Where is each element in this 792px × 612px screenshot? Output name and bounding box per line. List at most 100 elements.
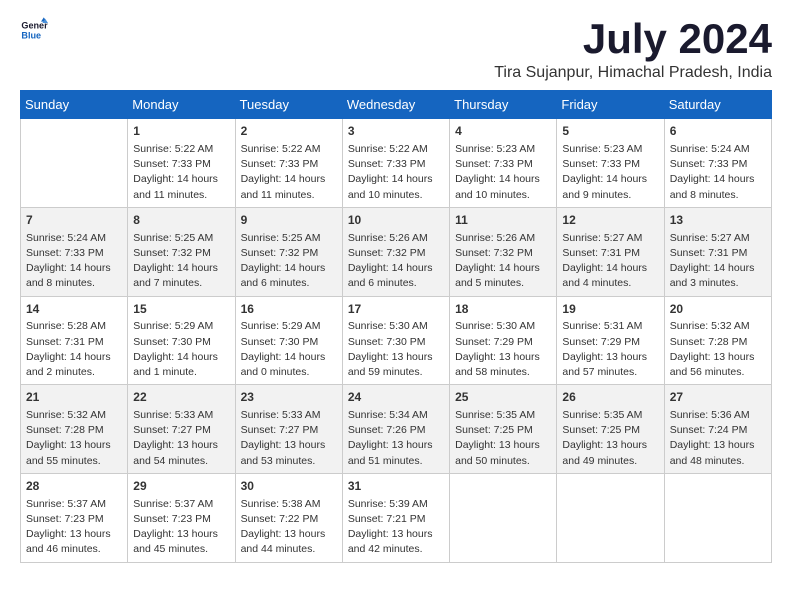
calendar-cell: 30 Sunrise: 5:38 AM Sunset: 7:22 PM Dayli… <box>235 473 342 562</box>
day-number: 8 <box>133 212 229 229</box>
day-info: Sunrise: 5:26 AM Sunset: 7:32 PM Dayligh… <box>348 231 444 292</box>
day-number: 22 <box>133 389 229 406</box>
day-info: Sunrise: 5:32 AM Sunset: 7:28 PM Dayligh… <box>670 319 766 380</box>
day-info: Sunrise: 5:31 AM Sunset: 7:29 PM Dayligh… <box>562 319 658 380</box>
calendar-cell: 21 Sunrise: 5:32 AM Sunset: 7:28 PM Dayli… <box>21 385 128 474</box>
day-info: Sunrise: 5:34 AM Sunset: 7:26 PM Dayligh… <box>348 408 444 469</box>
calendar-cell: 28 Sunrise: 5:37 AM Sunset: 7:23 PM Dayli… <box>21 473 128 562</box>
calendar-cell: 31Sunrise: 5:39 AM Sunset: 7:21 PM Dayli… <box>342 473 449 562</box>
day-number: 11 <box>455 212 551 229</box>
day-number: 19 <box>562 301 658 318</box>
day-number: 30 <box>241 478 337 495</box>
day-number: 6 <box>670 123 766 140</box>
day-number: 24 <box>348 389 444 406</box>
day-info: Sunrise: 5:25 AM Sunset: 7:32 PM Dayligh… <box>133 231 229 292</box>
calendar-cell: 10 Sunrise: 5:26 AM Sunset: 7:32 PM Dayli… <box>342 207 449 296</box>
calendar-cell: 26 Sunrise: 5:35 AM Sunset: 7:25 PM Dayli… <box>557 385 664 474</box>
calendar-cell: 22 Sunrise: 5:33 AM Sunset: 7:27 PM Dayli… <box>128 385 235 474</box>
calendar-cell: 9 Sunrise: 5:25 AM Sunset: 7:32 PM Daylig… <box>235 207 342 296</box>
day-number: 27 <box>670 389 766 406</box>
header-monday: Monday <box>128 91 235 119</box>
day-number: 17 <box>348 301 444 318</box>
calendar-cell: 24 Sunrise: 5:34 AM Sunset: 7:26 PM Dayli… <box>342 385 449 474</box>
day-number: 15 <box>133 301 229 318</box>
day-number: 20 <box>670 301 766 318</box>
calendar-cell: 23 Sunrise: 5:33 AM Sunset: 7:27 PM Dayli… <box>235 385 342 474</box>
day-info: Sunrise: 5:23 AM Sunset: 7:33 PM Dayligh… <box>455 142 551 203</box>
day-info: Sunrise: 5:35 AM Sunset: 7:25 PM Dayligh… <box>562 408 658 469</box>
day-info: Sunrise: 5:37 AM Sunset: 7:23 PM Dayligh… <box>26 497 122 558</box>
day-number: 10 <box>348 212 444 229</box>
calendar-cell: 7 Sunrise: 5:24 AM Sunset: 7:33 PM Daylig… <box>21 207 128 296</box>
day-info: Sunrise: 5:39 AM Sunset: 7:21 PM Dayligh… <box>348 497 444 558</box>
calendar-cell <box>21 119 128 208</box>
calendar-cell: 20Sunrise: 5:32 AM Sunset: 7:28 PM Dayli… <box>664 296 771 385</box>
header-tuesday: Tuesday <box>235 91 342 119</box>
calendar-cell: 5Sunrise: 5:23 AM Sunset: 7:33 PM Daylig… <box>557 119 664 208</box>
calendar-cell: 17Sunrise: 5:30 AM Sunset: 7:30 PM Dayli… <box>342 296 449 385</box>
calendar-cell: 18Sunrise: 5:30 AM Sunset: 7:29 PM Dayli… <box>450 296 557 385</box>
calendar-cell: 12 Sunrise: 5:27 AM Sunset: 7:31 PM Dayli… <box>557 207 664 296</box>
calendar-week-3: 21 Sunrise: 5:32 AM Sunset: 7:28 PM Dayli… <box>21 385 772 474</box>
day-info: Sunrise: 5:23 AM Sunset: 7:33 PM Dayligh… <box>562 142 658 203</box>
day-info: Sunrise: 5:33 AM Sunset: 7:27 PM Dayligh… <box>133 408 229 469</box>
calendar-cell <box>557 473 664 562</box>
day-number: 25 <box>455 389 551 406</box>
day-number: 26 <box>562 389 658 406</box>
calendar-header-row: Sunday Monday Tuesday Wednesday Thursday… <box>21 91 772 119</box>
day-number: 16 <box>241 301 337 318</box>
day-number: 18 <box>455 301 551 318</box>
calendar-cell: 4 Sunrise: 5:23 AM Sunset: 7:33 PM Daylig… <box>450 119 557 208</box>
header-wednesday: Wednesday <box>342 91 449 119</box>
day-info: Sunrise: 5:27 AM Sunset: 7:31 PM Dayligh… <box>562 231 658 292</box>
calendar-cell: 6 Sunrise: 5:24 AM Sunset: 7:33 PM Daylig… <box>664 119 771 208</box>
day-number: 29 <box>133 478 229 495</box>
day-info: Sunrise: 5:22 AM Sunset: 7:33 PM Dayligh… <box>133 142 229 203</box>
day-number: 4 <box>455 123 551 140</box>
day-number: 23 <box>241 389 337 406</box>
day-info: Sunrise: 5:36 AM Sunset: 7:24 PM Dayligh… <box>670 408 766 469</box>
day-info: Sunrise: 5:24 AM Sunset: 7:33 PM Dayligh… <box>26 231 122 292</box>
calendar-week-1: 7 Sunrise: 5:24 AM Sunset: 7:33 PM Daylig… <box>21 207 772 296</box>
day-number: 14 <box>26 301 122 318</box>
day-info: Sunrise: 5:29 AM Sunset: 7:30 PM Dayligh… <box>133 319 229 380</box>
day-number: 21 <box>26 389 122 406</box>
calendar-cell: 1 Sunrise: 5:22 AM Sunset: 7:33 PM Daylig… <box>128 119 235 208</box>
calendar-cell: 16Sunrise: 5:29 AM Sunset: 7:30 PM Dayli… <box>235 296 342 385</box>
day-number: 13 <box>670 212 766 229</box>
calendar-cell: 27 Sunrise: 5:36 AM Sunset: 7:24 PM Dayli… <box>664 385 771 474</box>
day-info: Sunrise: 5:30 AM Sunset: 7:30 PM Dayligh… <box>348 319 444 380</box>
day-number: 7 <box>26 212 122 229</box>
calendar-week-2: 14Sunrise: 5:28 AM Sunset: 7:31 PM Dayli… <box>21 296 772 385</box>
calendar-week-0: 1 Sunrise: 5:22 AM Sunset: 7:33 PM Daylig… <box>21 119 772 208</box>
calendar-cell: 3Sunrise: 5:22 AM Sunset: 7:33 PM Daylig… <box>342 119 449 208</box>
calendar-week-4: 28 Sunrise: 5:37 AM Sunset: 7:23 PM Dayli… <box>21 473 772 562</box>
calendar-cell <box>664 473 771 562</box>
day-number: 3 <box>348 123 444 140</box>
day-info: Sunrise: 5:28 AM Sunset: 7:31 PM Dayligh… <box>26 319 122 380</box>
calendar-cell <box>450 473 557 562</box>
header-thursday: Thursday <box>450 91 557 119</box>
day-info: Sunrise: 5:27 AM Sunset: 7:31 PM Dayligh… <box>670 231 766 292</box>
day-number: 1 <box>133 123 229 140</box>
calendar-cell: 11Sunrise: 5:26 AM Sunset: 7:32 PM Dayli… <box>450 207 557 296</box>
day-info: Sunrise: 5:33 AM Sunset: 7:27 PM Dayligh… <box>241 408 337 469</box>
day-number: 28 <box>26 478 122 495</box>
location-title: Tira Sujanpur, Himachal Pradesh, India <box>494 64 772 82</box>
day-info: Sunrise: 5:22 AM Sunset: 7:33 PM Dayligh… <box>241 142 337 203</box>
logo-icon: General Blue <box>20 16 48 44</box>
day-number: 9 <box>241 212 337 229</box>
calendar-cell: 8 Sunrise: 5:25 AM Sunset: 7:32 PM Daylig… <box>128 207 235 296</box>
header-sunday: Sunday <box>21 91 128 119</box>
day-info: Sunrise: 5:38 AM Sunset: 7:22 PM Dayligh… <box>241 497 337 558</box>
day-number: 2 <box>241 123 337 140</box>
day-number: 12 <box>562 212 658 229</box>
calendar-cell: 13 Sunrise: 5:27 AM Sunset: 7:31 PM Dayli… <box>664 207 771 296</box>
day-info: Sunrise: 5:32 AM Sunset: 7:28 PM Dayligh… <box>26 408 122 469</box>
month-title: July 2024 <box>494 16 772 62</box>
header-friday: Friday <box>557 91 664 119</box>
day-info: Sunrise: 5:30 AM Sunset: 7:29 PM Dayligh… <box>455 319 551 380</box>
header-saturday: Saturday <box>664 91 771 119</box>
day-info: Sunrise: 5:25 AM Sunset: 7:32 PM Dayligh… <box>241 231 337 292</box>
day-info: Sunrise: 5:24 AM Sunset: 7:33 PM Dayligh… <box>670 142 766 203</box>
